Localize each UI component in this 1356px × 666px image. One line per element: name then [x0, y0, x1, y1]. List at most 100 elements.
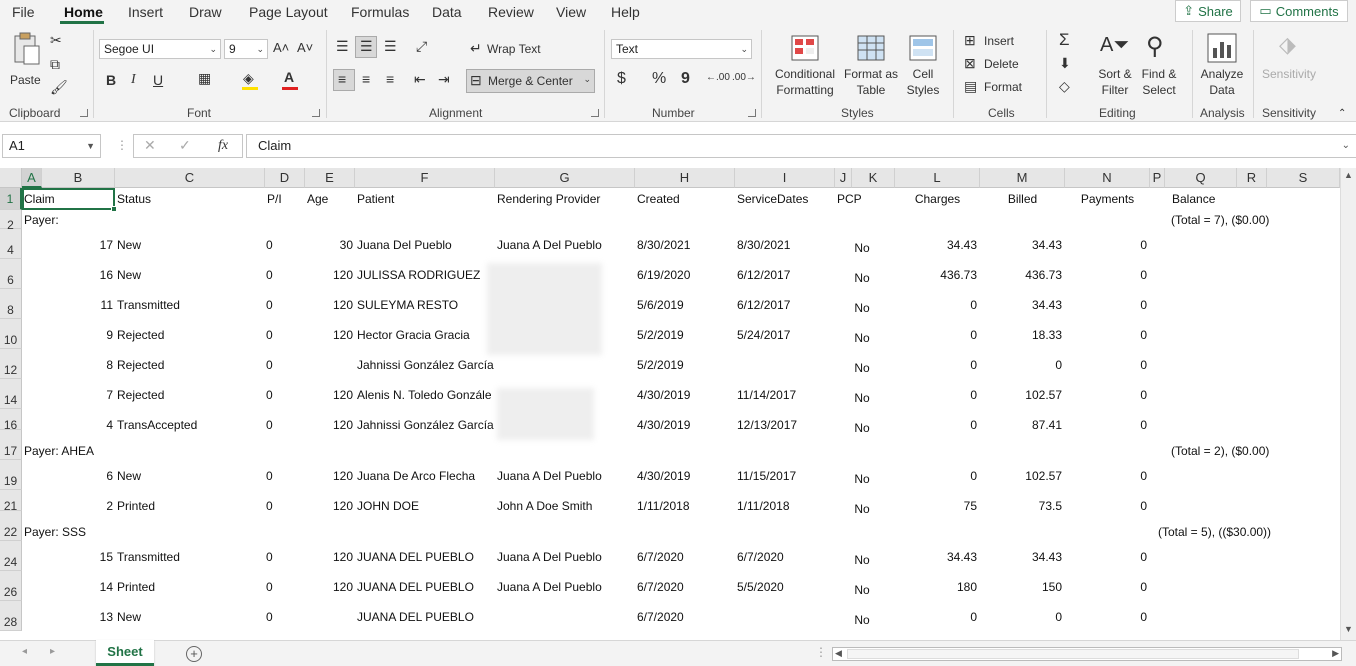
- status-cell[interactable]: New: [117, 238, 263, 252]
- payments-cell[interactable]: 0: [1065, 358, 1147, 372]
- payer-group-total[interactable]: (Total = 5), (($30.00)): [1158, 525, 1328, 539]
- autosum-icon[interactable]: Σ: [1059, 30, 1070, 50]
- pcp-cell[interactable]: No: [847, 421, 877, 435]
- claim-cell[interactable]: 7: [24, 388, 113, 402]
- column-header-p[interactable]: P: [1150, 168, 1165, 188]
- status-cell[interactable]: Printed: [117, 580, 263, 594]
- patient-cell[interactable]: JUANA DEL PUEBLO: [357, 610, 497, 624]
- sheet-tab[interactable]: Sheet: [96, 640, 154, 666]
- created-cell[interactable]: 5/2/2019: [637, 358, 733, 372]
- service-date-cell[interactable]: 5/24/2017: [737, 328, 833, 342]
- row-header-8[interactable]: 8: [0, 289, 22, 319]
- sensitivity-button[interactable]: ⬗ Sensitivity: [1257, 32, 1321, 102]
- conditional-formatting-button[interactable]: Conditional Formatting: [770, 32, 840, 102]
- number-format-select[interactable]: Text ⌄: [611, 39, 752, 59]
- patient-cell[interactable]: SULEYMA RESTO: [357, 298, 497, 312]
- age-cell[interactable]: 120: [306, 580, 353, 594]
- created-cell[interactable]: 6/19/2020: [637, 268, 733, 282]
- prev-sheet-icon[interactable]: ◂: [22, 646, 27, 657]
- header-created[interactable]: Created: [637, 192, 733, 206]
- fill-color-icon[interactable]: ◈: [243, 70, 254, 87]
- payer-group-label[interactable]: Payer: SSS: [24, 525, 224, 539]
- billed-cell[interactable]: 34.43: [980, 298, 1062, 312]
- font-size-select[interactable]: 9 ⌄: [224, 39, 268, 59]
- column-header-l[interactable]: L: [895, 168, 980, 188]
- payer-group-label[interactable]: Payer:: [24, 213, 224, 227]
- status-cell[interactable]: New: [117, 469, 263, 483]
- pcp-cell[interactable]: No: [847, 553, 877, 567]
- provider-cell[interactable]: John A Doe Smith: [497, 499, 633, 513]
- age-cell[interactable]: 120: [306, 418, 353, 432]
- age-cell[interactable]: 120: [306, 328, 353, 342]
- patient-cell[interactable]: Juana Del Pueblo: [357, 238, 497, 252]
- created-cell[interactable]: 6/7/2020: [637, 610, 733, 624]
- tab-home[interactable]: Home: [64, 4, 103, 20]
- column-header-m[interactable]: M: [980, 168, 1065, 188]
- row-header-28[interactable]: 28: [0, 601, 22, 631]
- column-header-s[interactable]: S: [1267, 168, 1340, 188]
- billed-cell[interactable]: 73.5: [980, 499, 1062, 513]
- fill-icon[interactable]: ⬇: [1059, 55, 1071, 72]
- enter-icon[interactable]: ✓: [179, 137, 191, 154]
- service-date-cell[interactable]: 6/7/2020: [737, 550, 833, 564]
- currency-button[interactable]: $: [617, 70, 626, 88]
- charges-cell[interactable]: 0: [895, 469, 977, 483]
- charges-cell[interactable]: 75: [895, 499, 977, 513]
- patient-cell[interactable]: JOHN DOE: [357, 499, 497, 513]
- grow-font-icon[interactable]: A˄: [273, 40, 289, 55]
- payments-cell[interactable]: 0: [1065, 418, 1147, 432]
- service-date-cell[interactable]: 1/11/2018: [737, 499, 833, 513]
- orientation-icon[interactable]: ⤢: [416, 38, 427, 55]
- scroll-up-icon[interactable]: ▲: [1344, 170, 1353, 180]
- column-header-r[interactable]: R: [1237, 168, 1267, 188]
- header-provider[interactable]: Rendering Provider: [497, 192, 633, 206]
- column-header-b[interactable]: B: [42, 168, 115, 188]
- tab-help[interactable]: Help: [611, 4, 640, 20]
- pi-cell[interactable]: 0: [266, 469, 280, 483]
- format-painter-icon[interactable]: 🖌: [50, 79, 68, 96]
- patient-cell[interactable]: Alenis N. Toledo Gonzále: [357, 388, 497, 402]
- billed-cell[interactable]: 436.73: [980, 268, 1062, 282]
- header-charges[interactable]: Charges: [895, 192, 980, 206]
- payments-cell[interactable]: 0: [1065, 550, 1147, 564]
- pi-cell[interactable]: 0: [266, 610, 280, 624]
- pcp-cell[interactable]: No: [847, 502, 877, 516]
- header-pcp[interactable]: PCP: [837, 192, 877, 206]
- next-sheet-icon[interactable]: ▸: [50, 646, 55, 657]
- status-cell[interactable]: New: [117, 268, 263, 282]
- fill-handle[interactable]: [111, 206, 117, 212]
- pi-cell[interactable]: 0: [266, 418, 280, 432]
- created-cell[interactable]: 4/30/2019: [637, 469, 733, 483]
- row-header-22[interactable]: 22: [0, 511, 22, 541]
- payments-cell[interactable]: 0: [1065, 610, 1147, 624]
- patient-cell[interactable]: Jahnissi González García: [357, 358, 497, 372]
- created-cell[interactable]: 8/30/2021: [637, 238, 733, 252]
- age-cell[interactable]: 30: [306, 238, 353, 252]
- wrap-text-button[interactable]: Wrap Text: [487, 42, 541, 56]
- created-cell[interactable]: 5/6/2019: [637, 298, 733, 312]
- row-header-14[interactable]: 14: [0, 379, 22, 409]
- column-header-c[interactable]: C: [115, 168, 265, 188]
- vertical-scrollbar[interactable]: ▲ ▼: [1340, 168, 1356, 640]
- pi-cell[interactable]: 0: [266, 499, 280, 513]
- created-cell[interactable]: 6/7/2020: [637, 580, 733, 594]
- claim-cell[interactable]: 11: [24, 298, 113, 312]
- insert-cells-icon[interactable]: ⊞: [964, 32, 976, 49]
- header-status[interactable]: Status: [117, 192, 257, 206]
- format-as-table-button[interactable]: Format as Table: [843, 32, 899, 102]
- delete-cells-button[interactable]: Delete: [984, 57, 1019, 71]
- header-balance[interactable]: Balance: [1172, 192, 1232, 206]
- pi-cell[interactable]: 0: [266, 268, 280, 282]
- column-header-d[interactable]: D: [265, 168, 305, 188]
- row-header-2[interactable]: 2: [0, 210, 22, 232]
- provider-cell[interactable]: Juana A Del Pueblo: [497, 238, 633, 252]
- service-date-cell[interactable]: 8/30/2021: [737, 238, 833, 252]
- billed-cell[interactable]: 102.57: [980, 469, 1062, 483]
- column-header-f[interactable]: F: [355, 168, 495, 188]
- column-header-a[interactable]: A: [22, 168, 42, 188]
- collapse-ribbon-icon[interactable]: ⌃: [1338, 108, 1346, 119]
- column-header-g[interactable]: G: [495, 168, 635, 188]
- comments-button[interactable]: ▭ Comments: [1250, 0, 1348, 22]
- pcp-cell[interactable]: No: [847, 613, 877, 627]
- font-color-icon[interactable]: A: [284, 69, 294, 85]
